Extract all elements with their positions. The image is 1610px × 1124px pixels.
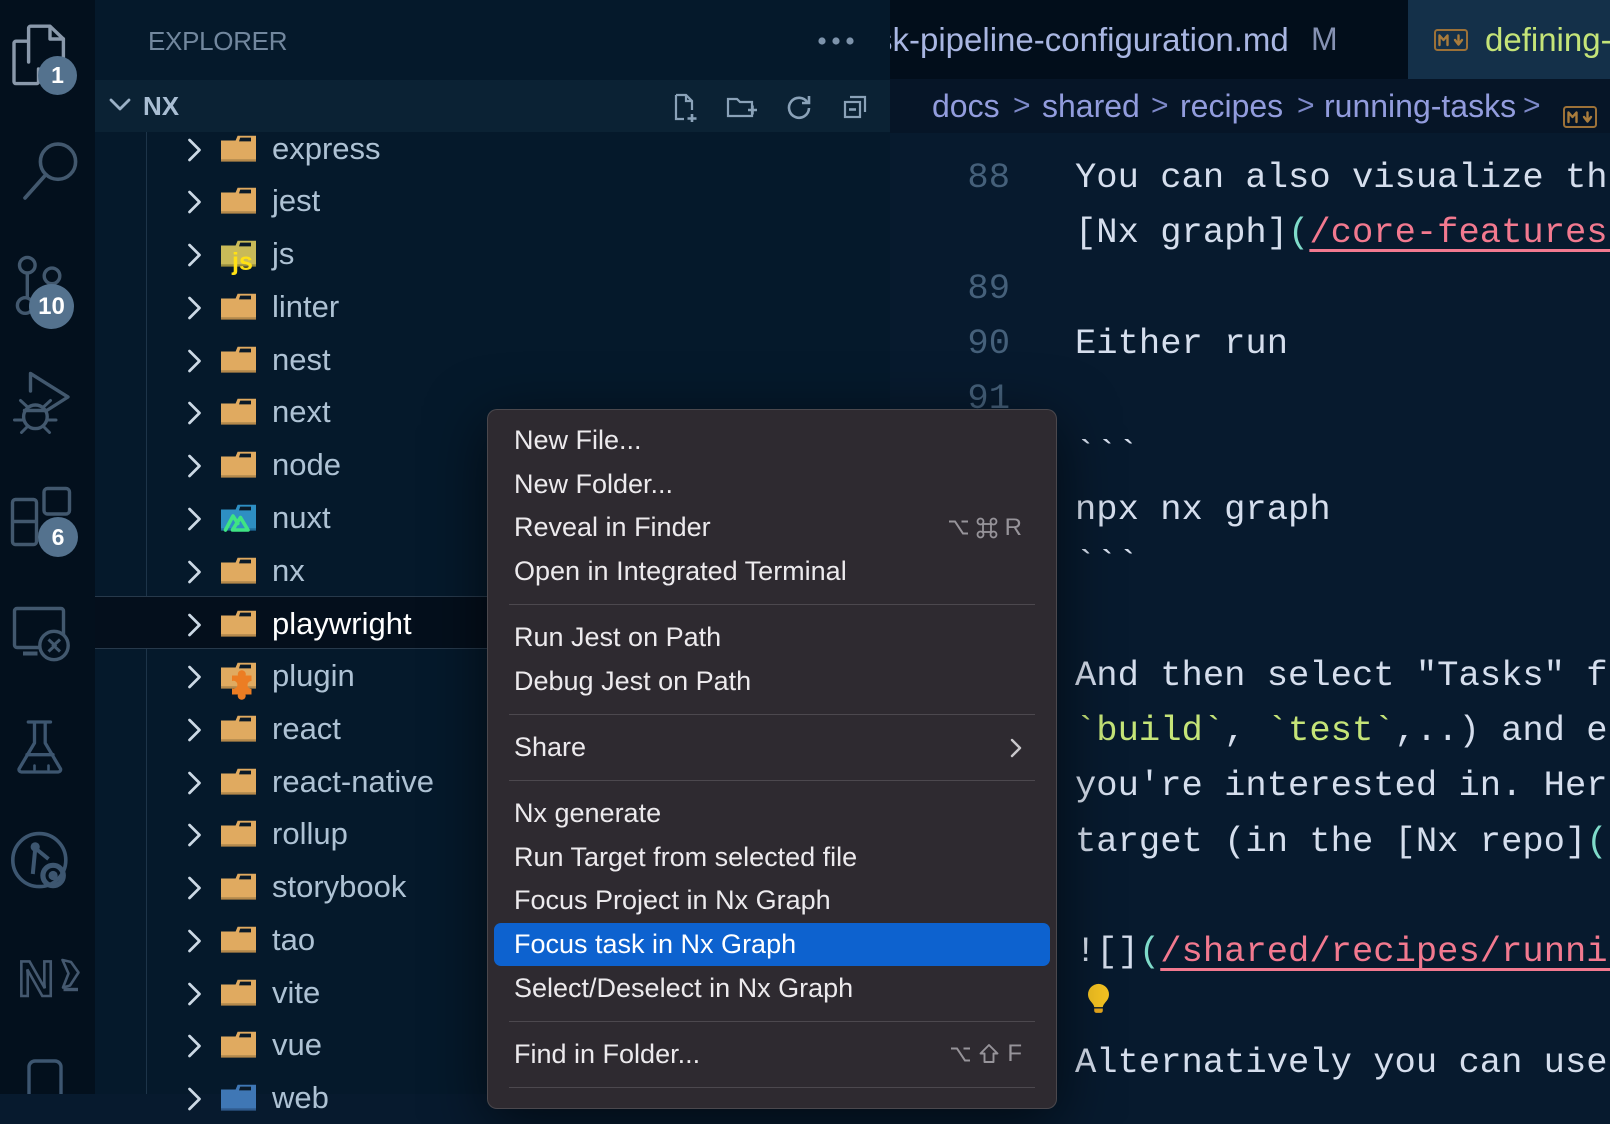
svg-text:N: N (18, 951, 54, 1007)
svg-text:js: js (231, 248, 253, 276)
